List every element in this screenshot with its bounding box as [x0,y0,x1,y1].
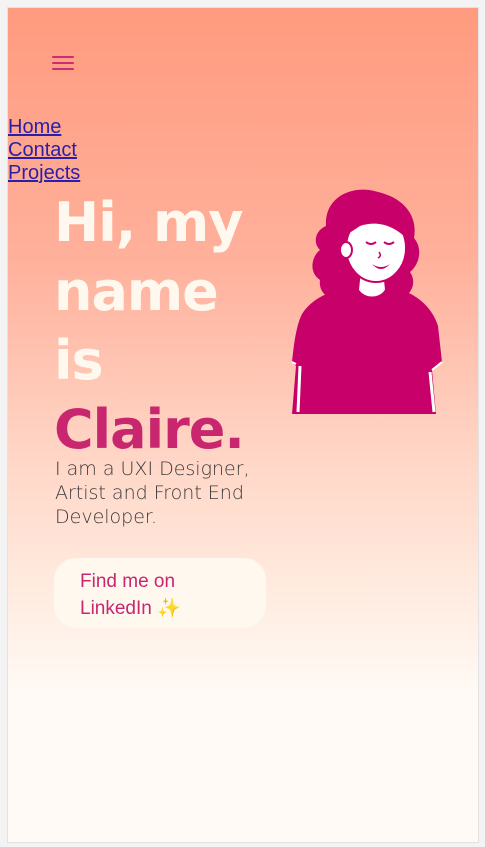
woman-avatar-illustration [291,189,443,414]
hero-heading: Hi, my name is Claire. [54,188,245,464]
hamburger-menu-icon[interactable] [52,54,76,72]
hero-heading-line-3: is [54,329,104,392]
nav-link-home[interactable]: Home [8,116,80,139]
nav-link-contact[interactable]: Contact [8,139,80,162]
page: Home Contact Projects Hi, my name is Cla… [7,7,479,843]
main-nav: Home Contact Projects [8,116,80,185]
hero-tagline: I am a UXI Designer, Artist and Front En… [55,458,250,528]
linkedin-button[interactable]: Find me on LinkedIn ✨ [54,558,266,628]
nav-link-projects[interactable]: Projects [8,162,80,185]
hero-name: Claire. [54,398,245,461]
hero-heading-line-1: Hi, my [54,191,243,254]
hero-heading-line-2: name [54,260,219,323]
